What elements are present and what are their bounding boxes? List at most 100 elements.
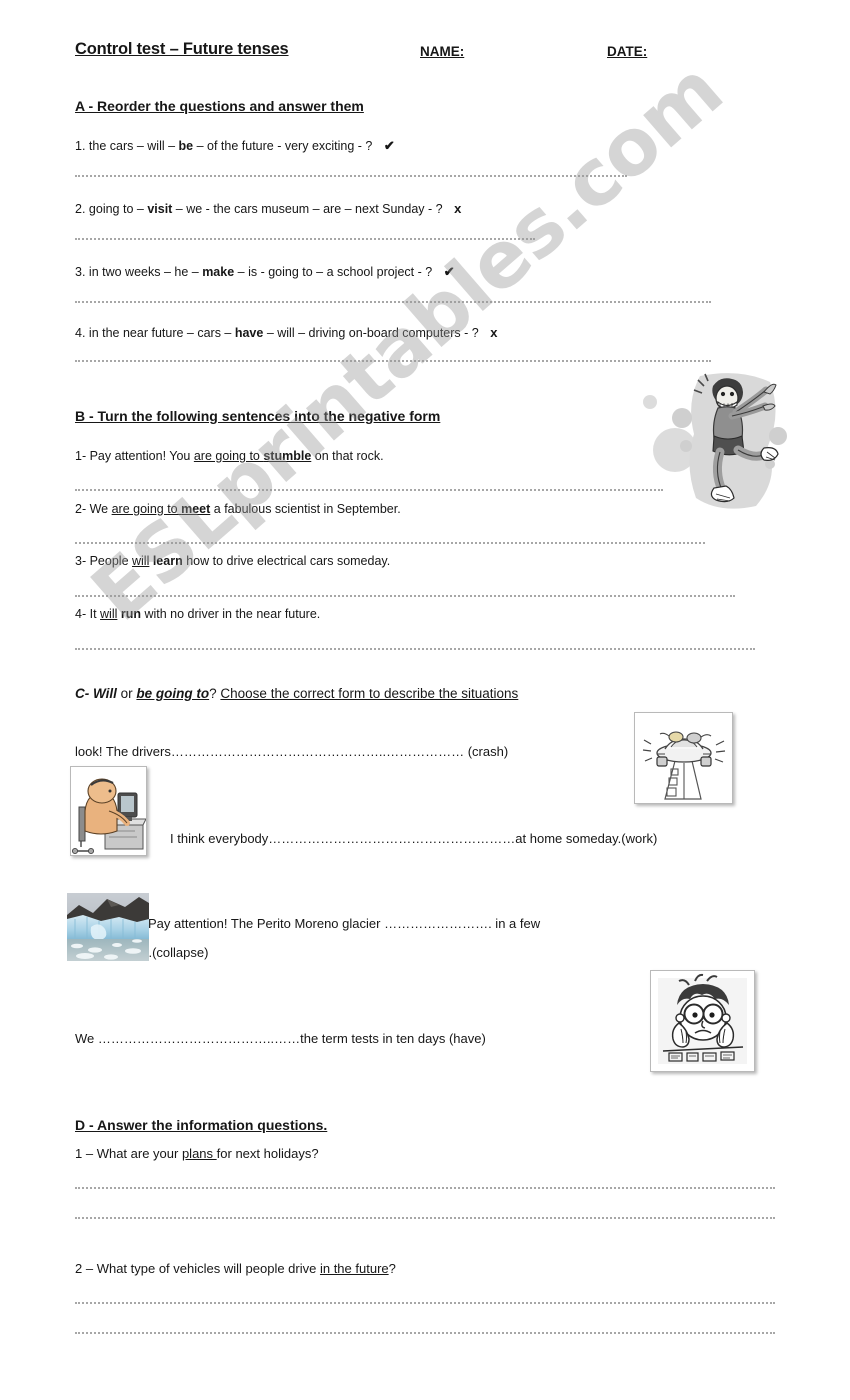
item-text-pre: the cars – will –	[88, 139, 179, 153]
section-c-item-3: Pay attention! The Perito Moreno glacier…	[148, 916, 541, 931]
item-text-underlined: in the future	[319, 1261, 389, 1276]
check-mark-icon: ✔	[443, 264, 455, 279]
glacier-image	[67, 893, 149, 961]
section-c-item-2: I think everybody…………………………………………………at h…	[170, 831, 658, 846]
item-text-pre: What are your	[96, 1146, 182, 1161]
item-text-post: ?	[388, 1261, 396, 1276]
heading-letter: C-	[75, 686, 93, 701]
item-number: 1-	[75, 449, 87, 463]
item-text-post: – we - the cars museum – are – next Sund…	[172, 202, 443, 216]
section-c-item-4: We …………………………………..……the term tests in te…	[75, 1031, 486, 1046]
section-b-item-4: 4- It will run with no driver in the nea…	[75, 607, 321, 622]
car-crash-image	[634, 712, 733, 804]
heading-instruction: Choose the correct form to describe the …	[220, 686, 519, 701]
section-a-item-2: 2. going to – visit – we - the cars muse…	[75, 201, 462, 217]
item-text-pre: Pay attention! You	[86, 449, 194, 463]
item-text-pre: What type of vehicles will people drive	[96, 1261, 320, 1276]
section-b-heading: B - Turn the following sentences into th…	[75, 408, 441, 424]
answer-line[interactable]	[75, 1300, 775, 1304]
cross-mark-icon: x	[490, 325, 498, 340]
item-number: 3-	[75, 554, 87, 568]
section-b-item-1: 1- Pay attention! You are going to stumb…	[75, 449, 384, 464]
answer-line[interactable]	[75, 540, 705, 544]
section-b-item-3: 3- People will learn how to drive electr…	[75, 554, 391, 569]
home-worker-image	[70, 766, 147, 856]
item-text-underlined: plans	[181, 1146, 217, 1161]
item-number: 4-	[75, 607, 87, 621]
item-text-bold: run	[117, 607, 141, 621]
section-d-item-2: 2 – What type of vehicles will people dr…	[75, 1261, 396, 1276]
answer-line[interactable]	[75, 173, 627, 177]
item-text-underlined: are going to	[193, 449, 264, 463]
answer-line[interactable]	[75, 1330, 775, 1334]
heading-be-going-to: be going to	[136, 686, 210, 701]
heading-will: Will	[93, 686, 117, 701]
check-mark-icon: ✔	[383, 138, 395, 153]
name-field-label: NAME:	[420, 44, 465, 59]
item-text-underlined: will	[132, 554, 150, 568]
answer-line[interactable]	[75, 1185, 775, 1189]
item-text-post: (crash)	[464, 744, 509, 759]
section-c-heading: C- Will or be going to? Choose the corre…	[75, 686, 519, 702]
item-number: 2-	[75, 502, 87, 516]
item-text-post: a fabulous scientist in September.	[210, 502, 401, 516]
answer-line[interactable]	[75, 358, 711, 362]
item-text-post: how to drive electrical cars someday.	[182, 554, 391, 568]
answer-line[interactable]	[75, 646, 755, 650]
item-text-bold: make	[202, 265, 235, 279]
item-text-pre: It	[86, 607, 101, 621]
item-text-post: on that rock.	[311, 449, 384, 463]
item-text-bold: learn	[149, 554, 183, 568]
item-text-bold: visit	[147, 202, 173, 216]
fill-blank[interactable]: …………………………………………………	[268, 831, 515, 846]
fill-blank[interactable]: …………………………………………..………………	[171, 744, 464, 759]
item-text-pre: I think everybody	[170, 831, 269, 846]
item-text-bold: have	[234, 326, 264, 340]
item-text-post: the term tests in ten days (have)	[300, 1031, 486, 1046]
heading-or: or	[116, 686, 137, 701]
item-text-post: – of the future - very exciting - ?	[193, 139, 373, 153]
cross-mark-icon: x	[454, 201, 462, 216]
item-text-pre: We	[86, 502, 112, 516]
item-text-post: with no driver in the near future.	[141, 607, 321, 621]
worksheet-page: ESLprintables.com Control test – Future …	[0, 0, 850, 1400]
item-text-bold: meet	[181, 502, 211, 516]
answer-line[interactable]	[75, 1215, 775, 1219]
item-text-post: – is - going to – a school project - ?	[234, 265, 433, 279]
watermark-text: ESLprintables.com	[75, 45, 740, 639]
item-number: 2.	[75, 202, 86, 216]
item-number: 1 –	[75, 1146, 97, 1161]
item-number: 2 –	[75, 1261, 97, 1276]
item-number: 3.	[75, 265, 86, 279]
item-text-pre: We	[75, 1031, 98, 1046]
heading-question-mark: ?	[209, 686, 221, 701]
item-text-bold: be	[178, 139, 194, 153]
fill-blank[interactable]: …………………………………..……	[98, 1031, 300, 1046]
item-number: 4.	[75, 326, 86, 340]
section-a-item-4: 4. in the near future – cars – have – wi…	[75, 325, 498, 341]
worried-student-image	[650, 970, 755, 1072]
item-text-bold: stumble	[263, 449, 312, 463]
item-text-pre: Pay attention! The Perito Moreno glacier	[148, 916, 385, 931]
worksheet-content: ESLprintables.com Control test – Future …	[67, 0, 787, 1400]
item-text-underlined: will	[100, 607, 118, 621]
item-text-pre: in the near future – cars –	[88, 326, 235, 340]
date-field-label: DATE:	[607, 44, 648, 59]
stumbling-man-icon	[670, 368, 795, 513]
fill-blank[interactable]: …………………….	[384, 916, 492, 931]
item-text-underlined: are going to	[111, 502, 182, 516]
item-text-pre: look! The drivers	[75, 744, 171, 759]
answer-line[interactable]	[75, 299, 711, 303]
item-text-post: for next holidays?	[216, 1146, 319, 1161]
item-text-post: in a few	[491, 916, 541, 931]
section-d-heading: D - Answer the information questions.	[75, 1117, 328, 1133]
section-a-heading: A - Reorder the questions and answer the…	[75, 98, 364, 114]
answer-line[interactable]	[75, 487, 663, 491]
section-a-item-1: 1. the cars – will – be – of the future …	[75, 138, 395, 154]
page-title: Control test – Future tenses	[75, 40, 289, 58]
item-text-pre: in two weeks – he –	[88, 265, 203, 279]
item-text-post: at home someday.(work)	[515, 831, 658, 846]
answer-line[interactable]	[75, 236, 535, 240]
answer-line[interactable]	[75, 593, 735, 597]
section-b-item-2: 2- We are going to meet a fabulous scien…	[75, 502, 401, 517]
